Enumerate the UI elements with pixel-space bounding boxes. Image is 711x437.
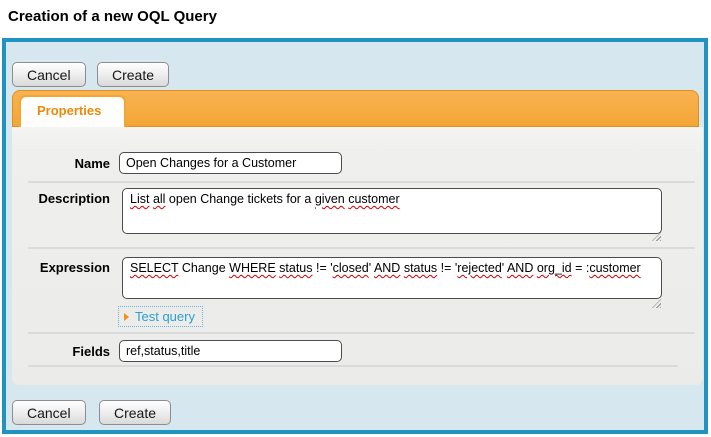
tab-properties-label: Properties bbox=[21, 97, 124, 125]
resize-handle-icon[interactable] bbox=[652, 299, 661, 308]
tab-properties[interactable]: Properties bbox=[19, 95, 126, 127]
dialog-frame: Cancel Create Properties Name Descriptio… bbox=[2, 38, 708, 434]
create-button-bottom[interactable]: Create bbox=[99, 400, 171, 425]
page-title: Creation of a new OQL Query bbox=[8, 8, 217, 25]
row-separator bbox=[28, 365, 678, 367]
properties-panel: Name Description List all open Change ti… bbox=[12, 127, 703, 385]
fields-input[interactable] bbox=[119, 340, 342, 362]
row-separator bbox=[28, 181, 695, 183]
tab-strip: Properties bbox=[12, 90, 699, 127]
row-separator bbox=[28, 332, 695, 334]
expression-textarea[interactable]: SELECT Change WHERE status != 'closed' A… bbox=[122, 257, 662, 299]
cancel-button-top[interactable]: Cancel bbox=[12, 62, 86, 87]
name-label: Name bbox=[20, 156, 110, 171]
test-query-link[interactable]: Test query bbox=[118, 306, 203, 327]
cancel-button-bottom[interactable]: Cancel bbox=[12, 400, 86, 425]
expression-label: Expression bbox=[20, 260, 110, 275]
create-button-top[interactable]: Create bbox=[97, 62, 169, 87]
fields-label: Fields bbox=[20, 344, 110, 359]
arrow-right-icon bbox=[124, 313, 129, 321]
name-input[interactable] bbox=[119, 152, 342, 174]
description-textarea[interactable]: List all open Change tickets for a given… bbox=[122, 188, 662, 234]
description-label: Description bbox=[20, 191, 110, 206]
row-separator bbox=[28, 247, 695, 249]
test-query-label: Test query bbox=[135, 309, 195, 324]
